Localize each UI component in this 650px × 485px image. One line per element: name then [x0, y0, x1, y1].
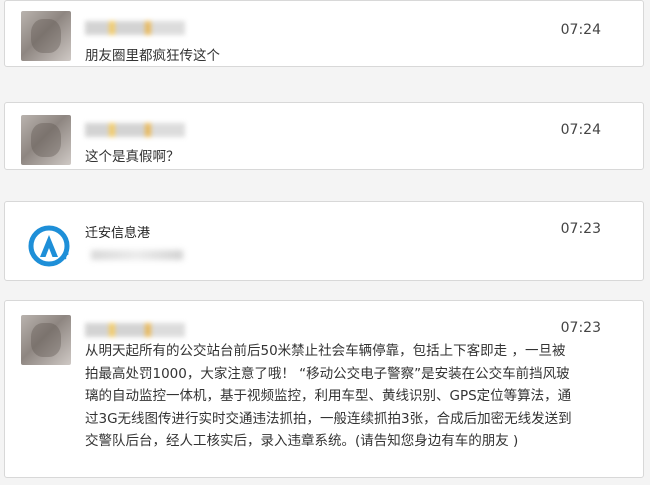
message-preview-blurred: [91, 250, 183, 260]
message-time: 07:23: [560, 221, 601, 237]
qianan-info-port-logo-icon: [28, 225, 70, 267]
message-time: 07:23: [560, 320, 601, 336]
chat-item[interactable]: 07:24 这个是真假啊？: [4, 102, 644, 170]
message-time: 07:24: [560, 22, 601, 38]
message-time: 07:24: [560, 122, 601, 138]
contact-name-blurred: [85, 21, 185, 35]
avatar: [21, 11, 71, 61]
message-body: 从明天起所有的公交站台前后50米禁止社会车辆停靠，包括上下客即走 ，一旦被拍最高…: [85, 343, 572, 449]
contact-name-blurred: [85, 123, 185, 137]
message-preview: 这个是真假啊？: [85, 149, 180, 165]
contact-name-blurred: [85, 323, 185, 337]
avatar: [21, 115, 71, 165]
avatar: [21, 315, 71, 365]
chat-item[interactable]: 07:23 从明天起所有的公交站台前后50米禁止社会车辆停靠，包括上下客即走 ，…: [4, 300, 644, 478]
message-preview: 朋友圈里都疯狂传这个: [85, 48, 220, 64]
contact-name: 迁安信息港: [85, 226, 151, 241]
chat-item[interactable]: 07:24 朋友圈里都疯狂传这个: [4, 0, 644, 67]
chat-item[interactable]: 迁安信息港 07:23: [4, 201, 644, 281]
